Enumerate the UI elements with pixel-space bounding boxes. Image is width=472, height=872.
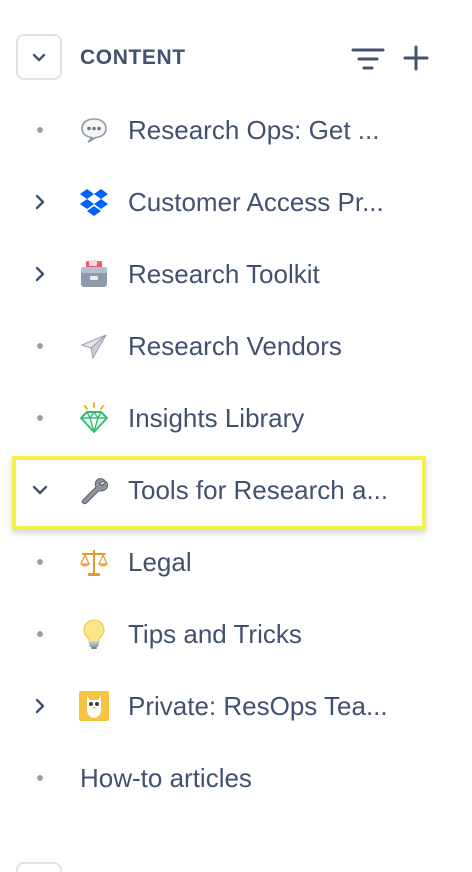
collapse-section-button[interactable] [16,34,62,80]
next-section-button[interactable] [16,862,62,872]
tree-item-how-to-articles[interactable]: How-to articles [0,742,472,814]
chevron-down-icon[interactable] [22,472,58,508]
bullet-icon [22,112,58,148]
bullet-icon [22,760,58,796]
tree-item-label: Legal [128,547,192,577]
bullet-icon [22,616,58,652]
tree-item-label: Tools for Research a... [128,475,389,505]
balance-scale-icon [76,544,112,580]
owl-avatar-icon [76,688,112,724]
tree-item-customer-access[interactable]: Customer Access Pr... [0,166,472,238]
tree-item-private-resops-team[interactable]: Private: ResOps Tea... [0,670,472,742]
tree-item-label: How-to articles [80,763,252,793]
tree-item-research-ops[interactable]: Research Ops: Get ... [0,94,472,166]
tree-item-label: Research Toolkit [128,259,320,289]
dropbox-icon [76,184,112,220]
tree-item-research-vendors[interactable]: Research Vendors [0,310,472,382]
tree-item-label: Research Ops: Get ... [128,115,380,145]
tree-item-label: Research Vendors [128,331,342,361]
plus-icon [403,45,429,71]
chevron-right-icon[interactable] [22,184,58,220]
tree-item-label: Insights Library [128,403,305,433]
filter-icon [351,48,385,70]
tree-item-insights-library[interactable]: Insights Library [0,382,472,454]
tree-item-legal[interactable]: Legal [0,526,472,598]
tree-item-research-toolkit[interactable]: Research Toolkit [0,238,472,310]
light-bulb-icon [76,616,112,652]
add-content-button[interactable] [396,38,436,78]
wrench-icon [76,472,112,508]
chevron-right-icon[interactable] [22,688,58,724]
tree-item-tips-and-tricks[interactable]: Tips and Tricks [0,598,472,670]
bullet-icon [22,544,58,580]
card-box-icon [76,256,112,292]
bullet-icon [22,328,58,364]
tree-item-label: Private: ResOps Tea... [128,691,388,721]
chevron-down-icon [32,53,46,62]
bullet-icon [22,400,58,436]
tree-item-tools-for-research[interactable]: Tools for Research a... [0,454,472,526]
tree-item-label: Customer Access Pr... [128,187,384,217]
chevron-right-icon[interactable] [22,256,58,292]
filter-button[interactable] [346,40,390,78]
tree-item-label: Tips and Tricks [128,619,302,649]
content-tree: Research Ops: Get ... Customer Access Pr… [0,94,472,814]
section-title: CONTENT [80,46,186,69]
speech-bubble-icon [76,112,112,148]
paper-plane-icon [76,328,112,364]
diamond-sparkle-icon [76,400,112,436]
